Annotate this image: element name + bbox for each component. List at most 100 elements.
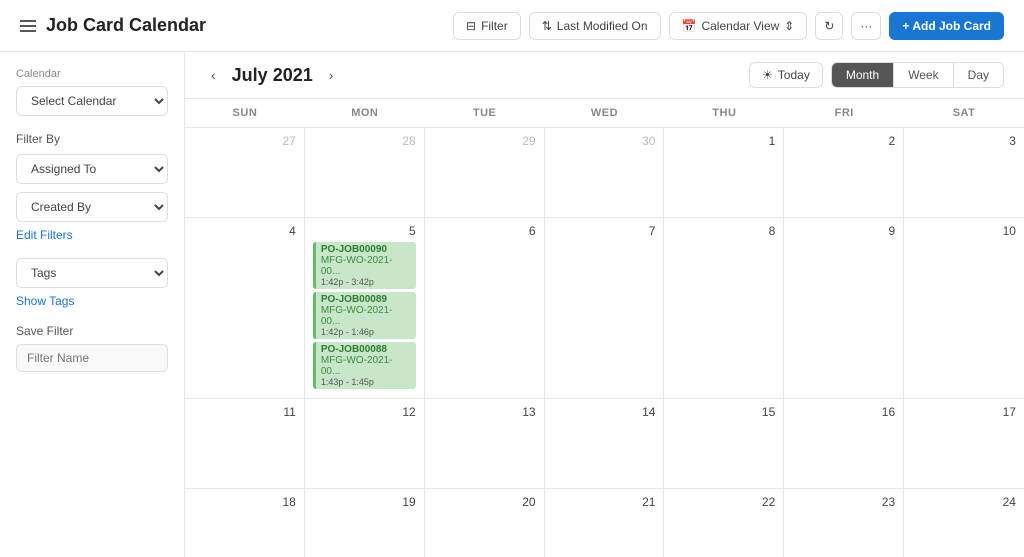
- save-filter-label: Save Filter: [16, 324, 168, 338]
- cell-date: 11: [193, 405, 296, 419]
- calendar-cell[interactable]: 21: [545, 489, 665, 557]
- tags-select[interactable]: Tags: [16, 258, 168, 288]
- event-title: PO-JOB00090: [321, 244, 411, 255]
- day-header-wed: WED: [545, 99, 665, 127]
- show-tags-link[interactable]: Show Tags: [16, 294, 168, 308]
- cell-date: 14: [553, 405, 656, 419]
- calendar-area: ‹ July 2021 › ☀ Today Month Week Day: [185, 52, 1024, 557]
- calendar-event[interactable]: PO-JOB00090MFG-WO-2021-00...1:42p - 3:42…: [313, 242, 416, 289]
- sort-icon: ⇅: [542, 19, 552, 33]
- cell-date: 28: [313, 134, 416, 148]
- calendar-cell[interactable]: 24: [904, 489, 1024, 557]
- calendar-cell[interactable]: 5 PO-JOB00090MFG-WO-2021-00...1:42p - 3:4…: [305, 218, 425, 398]
- calendar-cell[interactable]: 22: [664, 489, 784, 557]
- cell-date: 21: [553, 495, 656, 509]
- calendar-event[interactable]: PO-JOB00088MFG-WO-2021-00...1:43p - 1:45…: [313, 342, 416, 389]
- calendar-cell[interactable]: 18: [185, 489, 305, 557]
- event-title: PO-JOB00088: [321, 344, 411, 355]
- assigned-to-select[interactable]: Assigned To: [16, 154, 168, 184]
- event-sub: MFG-WO-2021-00...: [321, 255, 411, 277]
- main-layout: Calendar Select Calendar Filter By Assig…: [0, 52, 1024, 557]
- cell-date: 24: [912, 495, 1016, 509]
- hamburger-icon[interactable]: [20, 20, 36, 32]
- calendar-cell[interactable]: 10: [904, 218, 1024, 398]
- filter-icon: ⊟: [466, 19, 476, 33]
- cell-date: 20: [433, 495, 536, 509]
- day-view-button[interactable]: Day: [954, 63, 1003, 87]
- calendar-cell[interactable]: 16: [784, 399, 904, 488]
- calendar-cell[interactable]: 29: [425, 128, 545, 217]
- header: Job Card Calendar ⊟ Filter ⇅ Last Modifi…: [0, 0, 1024, 52]
- calendar-cell[interactable]: 30: [545, 128, 665, 217]
- calendar-select[interactable]: Select Calendar: [16, 86, 168, 116]
- week-view-button[interactable]: Week: [894, 63, 953, 87]
- cell-date: 13: [433, 405, 536, 419]
- add-job-card-button[interactable]: + Add Job Card: [889, 12, 1004, 40]
- day-header-sat: SAT: [904, 99, 1024, 127]
- calendar-cell[interactable]: 17: [904, 399, 1024, 488]
- calendar-cell[interactable]: 20: [425, 489, 545, 557]
- calendar-cell[interactable]: 19: [305, 489, 425, 557]
- edit-filters-link[interactable]: Edit Filters: [16, 228, 168, 242]
- filter-name-input[interactable]: [16, 344, 168, 372]
- calendar-cell[interactable]: 15: [664, 399, 784, 488]
- calendar-grid: SUN MON TUE WED THU FRI SAT 272829301234…: [185, 99, 1024, 557]
- created-by-select[interactable]: Created By: [16, 192, 168, 222]
- filter-button[interactable]: ⊟ Filter: [453, 12, 521, 40]
- header-left: Job Card Calendar: [20, 15, 206, 36]
- sort-button[interactable]: ⇅ Last Modified On: [529, 12, 661, 40]
- cell-date: 8: [672, 224, 775, 238]
- cell-date: 4: [193, 224, 296, 238]
- calendar-cell[interactable]: 27: [185, 128, 305, 217]
- calendar-cell[interactable]: 9: [784, 218, 904, 398]
- sidebar: Calendar Select Calendar Filter By Assig…: [0, 52, 185, 557]
- next-month-button[interactable]: ›: [323, 63, 340, 87]
- cell-date: 22: [672, 495, 775, 509]
- calendar-icon: 📅: [682, 19, 697, 33]
- calendar-cell[interactable]: 6: [425, 218, 545, 398]
- calendar-cell[interactable]: 23: [784, 489, 904, 557]
- calendar-cell[interactable]: 3: [904, 128, 1024, 217]
- more-icon: ···: [860, 19, 872, 33]
- event-time: 1:43p - 1:45p: [321, 377, 411, 387]
- calendar-cell[interactable]: 13: [425, 399, 545, 488]
- cell-date: 30: [553, 134, 656, 148]
- calendar-cell[interactable]: 28: [305, 128, 425, 217]
- calendar-nav: ‹ July 2021 ›: [205, 63, 339, 87]
- calendar-cell[interactable]: 11: [185, 399, 305, 488]
- cell-date: 9: [792, 224, 895, 238]
- calendar-week: 11 12 13 14 1516 17: [185, 399, 1024, 489]
- cell-date: 5: [313, 224, 416, 238]
- month-title: July 2021: [232, 65, 313, 86]
- today-button[interactable]: ☀ Today: [749, 62, 823, 88]
- calendar-cell[interactable]: 7: [545, 218, 665, 398]
- calendar-cell[interactable]: 2: [784, 128, 904, 217]
- prev-month-button[interactable]: ‹: [205, 63, 222, 87]
- more-options-button[interactable]: ···: [851, 12, 881, 40]
- tags-section: Tags Show Tags: [16, 258, 168, 308]
- event-title: PO-JOB00089: [321, 294, 411, 305]
- cell-date: 17: [912, 405, 1016, 419]
- calendar-cell[interactable]: 1: [664, 128, 784, 217]
- calendar-cell[interactable]: 12: [305, 399, 425, 488]
- event-sub: MFG-WO-2021-00...: [321, 305, 411, 327]
- calendar-event[interactable]: PO-JOB00089MFG-WO-2021-00...1:42p - 1:46…: [313, 292, 416, 339]
- cell-date: 3: [912, 134, 1016, 148]
- calendar-weeks: 2728293012345PO-JOB00090MFG-WO-2021-00..…: [185, 128, 1024, 557]
- month-view-button[interactable]: Month: [832, 63, 894, 87]
- calendar-cell[interactable]: 4: [185, 218, 305, 398]
- refresh-button[interactable]: ↻: [815, 12, 843, 40]
- header-right: ⊟ Filter ⇅ Last Modified On 📅 Calendar V…: [453, 12, 1004, 40]
- calendar-cell[interactable]: 8: [664, 218, 784, 398]
- calendar-header-row: SUN MON TUE WED THU FRI SAT: [185, 99, 1024, 128]
- cell-date: 19: [313, 495, 416, 509]
- calendar-week: 4 5 PO-JOB00090MFG-WO-2021-00...1:42p - 3:…: [185, 218, 1024, 399]
- event-time: 1:42p - 1:46p: [321, 327, 411, 337]
- refresh-icon: ↻: [824, 19, 834, 33]
- calendar-week: 18 19 20 21 22 23 24: [185, 489, 1024, 557]
- calendar-view-button[interactable]: 📅 Calendar View ⇕: [669, 12, 808, 40]
- calendar-cell[interactable]: 14: [545, 399, 665, 488]
- filter-by-label: Filter By: [16, 132, 168, 146]
- calendar-toolbar: ‹ July 2021 › ☀ Today Month Week Day: [185, 52, 1024, 99]
- event-sub: MFG-WO-2021-00...: [321, 355, 411, 377]
